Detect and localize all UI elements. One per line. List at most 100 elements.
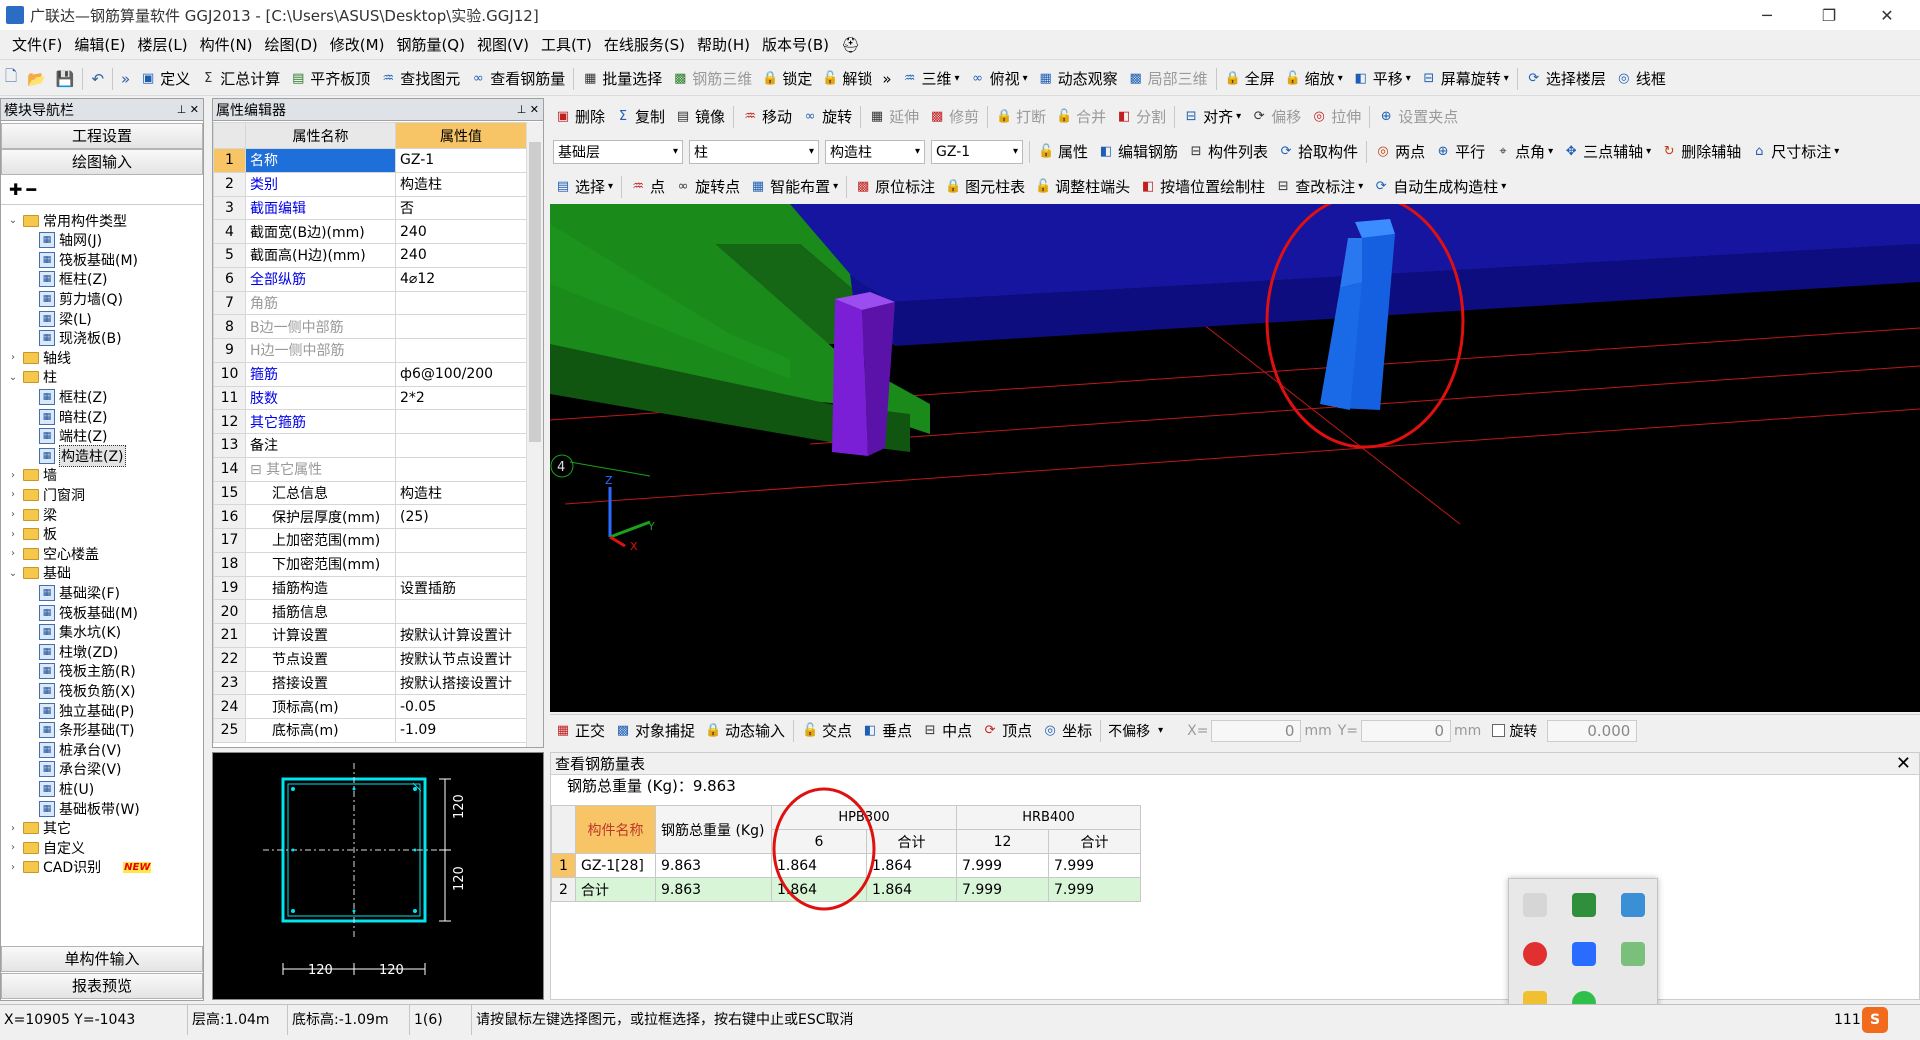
tb3-button-3[interactable]: ⟳ 拾取构件 [1273,139,1363,165]
menu-item-9[interactable]: 在线服务(S) [598,34,691,55]
tree-folder[interactable]: › 其它 [7,819,71,838]
property-row[interactable]: 18 下加密范围(mm) [213,551,527,577]
3d-viewport[interactable]: B C 4 Z Y X [550,204,1920,712]
expand-icon[interactable]: › [7,862,19,873]
property-row[interactable]: 13 备注 [213,433,527,458]
close-icon[interactable]: ✕ [1864,0,1910,30]
collapse-icon[interactable]: ⌄ [7,215,19,226]
property-value[interactable]: 按默认搭接设置计 [395,670,527,696]
tb2-button-2[interactable]: ▤ 镜像 [670,104,730,130]
menu-item-3[interactable]: 构件(N) [194,34,259,55]
expand-icon[interactable]: › [7,548,19,559]
tb2-button-3[interactable]: ♒ 移动 [737,104,797,130]
pin-icon[interactable]: ⊥ ✕ [177,103,203,116]
tree-folder[interactable]: › 墙 [7,466,57,485]
tb1-button-4[interactable]: ∞ 查看钢筋量 [465,66,570,92]
property-value[interactable]: GZ-1 [395,148,527,173]
property-value[interactable] [395,528,527,553]
property-value[interactable]: 2*2 [395,385,527,411]
expand-icon[interactable]: › [7,823,19,834]
y-value-input[interactable]: 0 [1361,719,1452,742]
tb1-button-0[interactable]: ▣ 定义 [135,66,195,92]
tree-item[interactable]: ▦ 构造柱(Z) [35,444,126,467]
property-row[interactable]: 1 名称 GZ-1 [213,148,527,173]
helmet-icon[interactable]: ⛑ [835,36,866,54]
tb2-button-5[interactable]: ▦ 延伸 [864,104,924,130]
property-value[interactable] [395,290,527,316]
snap-button-4[interactable]: ◧ 垂点 [857,718,917,744]
expand-icon[interactable]: › [7,509,19,520]
more-icon[interactable]: » [116,66,135,92]
property-value[interactable]: 4⌀12 [395,266,527,292]
snap-button-3[interactable]: 🔓 交点 [797,718,857,744]
snap-button-0[interactable]: ▦ 正交 [550,718,610,744]
tree-folder[interactable]: › 板 [7,525,57,544]
expand-all-icon[interactable]: ✚ [9,180,22,199]
tree-folder[interactable]: ⌄ 常用构件类型 [7,211,127,230]
property-value[interactable]: -0.05 [395,694,527,719]
tb2-button-8[interactable]: 🔓 合并 [1051,104,1111,130]
tree-item[interactable]: ▦ 暗柱(Z) [35,407,108,426]
tree-item[interactable]: ▦ 梁(L) [35,309,92,328]
shield-icon[interactable] [1572,942,1596,966]
expand-icon[interactable]: › [7,470,19,481]
menu-item-6[interactable]: 钢筋量(Q) [390,34,471,55]
usb-icon[interactable] [1523,893,1547,917]
draw-input-button[interactable]: 绘图输入 [1,149,203,175]
menu-item-10[interactable]: 帮助(H) [691,34,756,55]
property-row[interactable]: 6 全部纵筋 4⌀12 [213,266,527,292]
menu-item-8[interactable]: 工具(T) [535,34,598,55]
property-value[interactable]: 按默认节点设置计 [395,646,527,672]
drive-icon[interactable] [1572,893,1596,917]
collapse-icon[interactable]: ⌄ [7,568,19,579]
tree-item[interactable]: ▦ 筏板基础(M) [35,250,138,269]
tb4-button-7[interactable]: ◧ 按墙位置绘制柱 [1135,174,1270,200]
tree-folder[interactable]: ⌄ 柱 [7,368,57,387]
subtype-select[interactable]: 构造柱 ▾ [825,139,925,164]
property-value[interactable]: (25) [395,504,527,529]
input-method-icon[interactable]: S [1862,1007,1888,1033]
property-value[interactable]: 240 [395,243,527,268]
tree-item[interactable]: ▦ 筏板主筋(R) [35,662,136,681]
tb1-button-3[interactable]: ♒ 查找图元 [375,66,465,92]
pin-icon[interactable]: ⊥ ✕ [517,103,543,116]
tb4-button-8[interactable]: ⊟ 查改标注 ▾ [1270,174,1368,200]
collapse-icon[interactable]: ⌄ [7,372,19,383]
tb1-button-2[interactable]: ▤ 平齐板顶 [285,66,375,92]
name-select[interactable]: GZ-1 ▾ [931,139,1023,164]
property-row[interactable]: 4 截面宽(B边)(mm) 240 [213,219,527,244]
property-row[interactable]: 15 汇总信息 构造柱 [213,480,527,506]
tb3-button-6[interactable]: ⌖ 点角 ▾ [1490,139,1558,165]
more-icon[interactable]: » [877,66,896,92]
property-value[interactable]: 否 [395,195,527,221]
property-value[interactable] [395,314,527,339]
tb4-button-3[interactable]: ▦ 智能布置 ▾ [745,174,843,200]
menu-item-0[interactable]: 文件(F) [6,34,68,55]
snap-button-6[interactable]: ⟳ 顶点 [977,718,1037,744]
tb2-button-1[interactable]: Σ 复制 [610,104,670,130]
property-row[interactable]: 19 插筋构造 设置插筋 [213,575,527,601]
tree-item[interactable]: ▦ 承台梁(V) [35,760,122,779]
tree-item[interactable]: ▦ 筏板基础(M) [35,603,138,622]
menu-item-5[interactable]: 修改(M) [324,34,391,55]
tb3-button-0[interactable]: 🔓 属性 [1033,139,1093,165]
property-value[interactable] [395,409,527,434]
tree-item[interactable]: ▦ 基础梁(F) [35,583,120,602]
property-value[interactable] [395,456,527,482]
tb1r-button-2[interactable]: ▦ 动态观察 [1033,66,1123,92]
restore-icon[interactable]: ❐ [1806,0,1852,30]
property-value[interactable]: -1.09 [395,718,527,743]
tb2-button-4[interactable]: ∞ 旋转 [797,104,857,130]
tb1r-button-6[interactable]: ◧ 平移 ▾ [1348,66,1416,92]
property-value[interactable] [395,599,527,624]
tree-item[interactable]: ▦ 桩(U) [35,779,94,798]
tb3-button-4[interactable]: ◎ 两点 [1370,139,1430,165]
tree-item[interactable]: ▦ 独立基础(P) [35,701,134,720]
tb3-button-8[interactable]: ↻ 删除辅轴 [1656,139,1746,165]
tree-item[interactable]: ▦ 框柱(Z) [35,270,108,289]
tb2-button-13[interactable]: ⊕ 设置夹点 [1373,104,1463,130]
tb1r-button-0[interactable]: ♒ 三维 ▾ [897,66,965,92]
tb1r-button-8[interactable]: ⟳ 选择楼层 [1521,66,1611,92]
property-row[interactable]: 25 底标高(m) -1.09 [213,718,527,743]
single-component-input-button[interactable]: 单构件输入 [1,946,203,972]
